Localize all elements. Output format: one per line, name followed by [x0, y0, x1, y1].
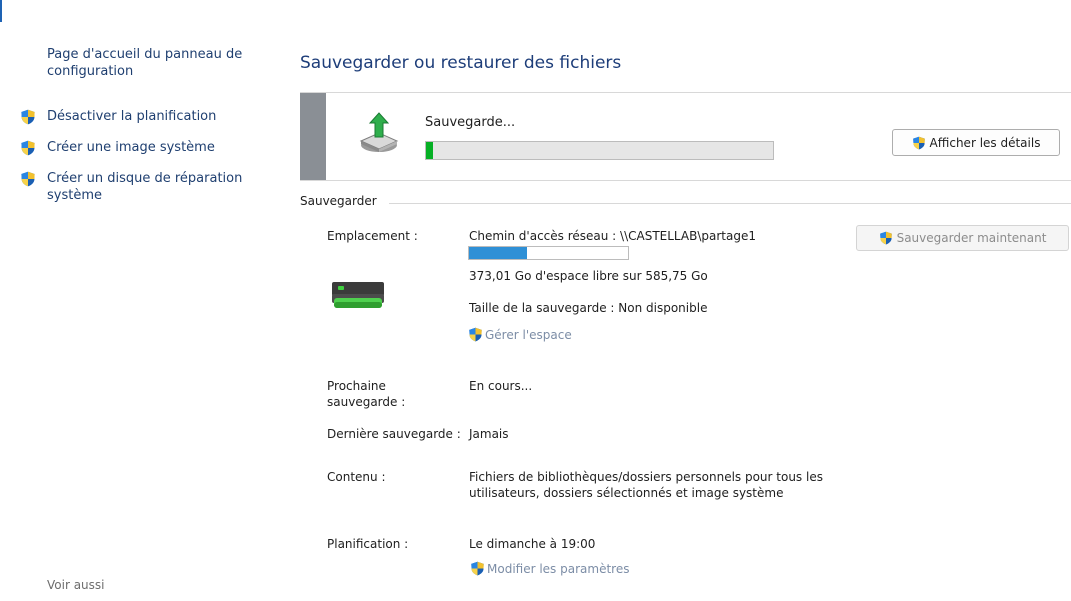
- change-settings-link[interactable]: Modifier les paramètres: [470, 561, 629, 576]
- backup-section-heading: Sauvegarder: [300, 194, 377, 208]
- disk-space-bar: [468, 246, 629, 260]
- change-settings-label: Modifier les paramètres: [487, 561, 630, 576]
- disk-space-fill: [469, 247, 527, 259]
- create-repair-disc-link[interactable]: Créer un disque de réparation système: [20, 170, 262, 204]
- next-backup-label: Prochaine sauvegarde :: [327, 379, 406, 409]
- sidebar-item-label: Créer un disque de réparation système: [47, 171, 243, 203]
- backup-size-text: Taille de la sauvegarde : Non disponible: [469, 301, 708, 315]
- location-value: Chemin d'accès réseau : \\CASTELLAB\part…: [469, 229, 756, 243]
- backup-progress-panel: Sauvegarde... Afficher les détails: [300, 92, 1071, 181]
- disable-schedule-link[interactable]: Désactiver la planification: [20, 108, 262, 125]
- uac-shield-icon: [20, 140, 36, 156]
- free-space-text: 373,01 Go d'espace libre sur 585,75 Go: [469, 269, 708, 283]
- backup-now-button[interactable]: Sauvegarder maintenant: [856, 225, 1069, 251]
- sidebar-item-label: Désactiver la planification: [47, 109, 217, 124]
- uac-shield-icon: [912, 136, 926, 150]
- section-divider: [389, 203, 1071, 204]
- schedule-value: Le dimanche à 19:00: [469, 537, 596, 551]
- uac-shield-icon: [20, 171, 36, 187]
- backup-progress-bar: [425, 141, 774, 160]
- uac-shield-icon: [470, 561, 485, 576]
- backup-now-label: Sauvegarder maintenant: [896, 231, 1047, 245]
- last-backup-label: Dernière sauvegarde :: [327, 427, 461, 441]
- content-value: Fichiers de bibliothèques/dossiers perso…: [469, 470, 823, 500]
- content-label: Contenu :: [327, 470, 386, 484]
- last-backup-value: Jamais: [469, 427, 509, 441]
- view-details-label: Afficher les détails: [929, 135, 1041, 150]
- schedule-label: Planification :: [327, 537, 409, 551]
- backup-in-progress-icon: [359, 112, 399, 152]
- control-panel-home-link[interactable]: Page d'accueil du panneau de configurati…: [47, 46, 277, 80]
- manage-space-link[interactable]: Gérer l'espace: [468, 327, 572, 342]
- uac-shield-icon: [879, 231, 893, 245]
- manage-space-label: Gérer l'espace: [485, 327, 572, 342]
- uac-shield-icon: [468, 327, 483, 342]
- sidebar: Page d'accueil du panneau de configurati…: [0, 0, 290, 601]
- next-backup-value: En cours...: [469, 379, 533, 393]
- page-title: Sauvegarder ou restaurer des fichiers: [300, 53, 622, 73]
- see-also-heading: Voir aussi: [47, 578, 105, 592]
- location-label: Emplacement :: [327, 229, 418, 243]
- backup-progress-fill: [426, 142, 433, 159]
- panel-stripe: [300, 93, 326, 180]
- uac-shield-icon: [20, 109, 36, 125]
- network-drive-icon: [332, 282, 384, 308]
- create-system-image-link[interactable]: Créer une image système: [20, 139, 262, 156]
- view-details-button[interactable]: Afficher les détails: [892, 129, 1060, 156]
- backup-status-text: Sauvegarde...: [425, 115, 516, 130]
- sidebar-item-label: Créer une image système: [47, 140, 215, 155]
